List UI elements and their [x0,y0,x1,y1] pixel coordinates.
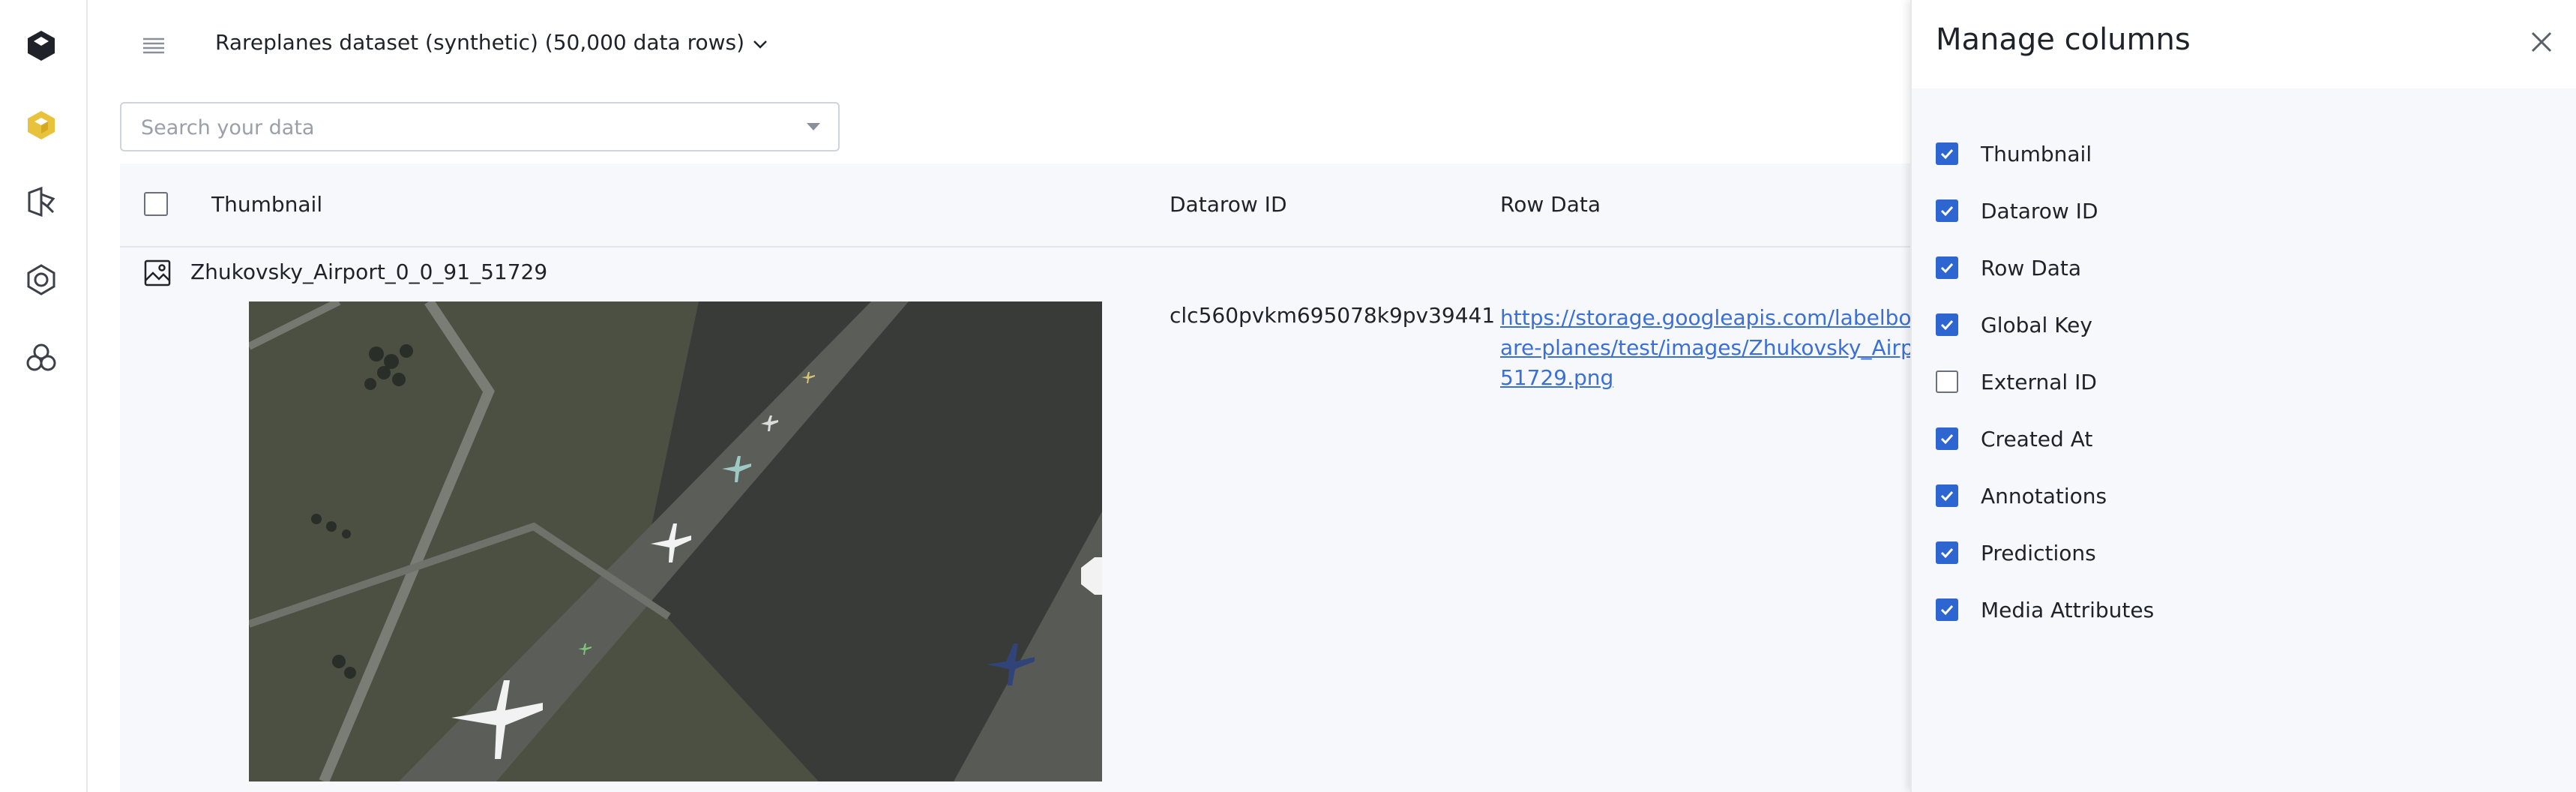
column-toggle-label: Row Data [1981,255,2081,280]
column-toggle[interactable]: Media Attributes [1936,595,2154,625]
checkbox-checked[interactable] [1936,314,1958,336]
panel-title: Manage columns [1936,22,2191,57]
dataset-title: Rareplanes dataset (synthetic) (50,000 d… [215,30,745,55]
left-nav-rail [0,0,88,792]
table-header: Thumbnail Datarow ID Row Data [120,164,1919,248]
select-all-checkbox[interactable] [144,192,168,216]
column-toggle[interactable]: External ID [1936,367,2097,397]
workflows-icon[interactable] [22,339,60,376]
chevron-down-icon [752,30,768,55]
dataset-selector[interactable]: Rareplanes dataset (synthetic) (50,000 d… [215,30,768,55]
checkbox-checked[interactable] [1936,142,1958,165]
checkbox-checked[interactable] [1936,542,1958,564]
checkbox-checked[interactable] [1936,598,1958,621]
row-datarow-id: clc560pvkm695078k9pv39441 [1170,303,1496,328]
model-icon[interactable] [22,261,60,298]
column-header-datarow-id[interactable]: Datarow ID [1170,192,1287,217]
checkbox-checked[interactable] [1936,428,1958,450]
annotate-icon[interactable] [22,183,60,220]
menu-icon[interactable] [141,33,166,58]
row-thumbnail[interactable] [249,302,1102,782]
catalog-icon[interactable] [22,106,60,144]
manage-columns-panel: Manage columns Thumbnail Datarow ID Row Da… [1910,0,2576,792]
data-table: Thumbnail Datarow ID Row Data Zhukovsky_… [120,164,2039,792]
row-name: Zhukovsky_Airport_0_0_91_51729 [190,260,548,284]
column-toggle-label: Global Key [1981,312,2092,338]
column-toggle-label: Created At [1981,426,2093,452]
column-toggle[interactable]: Datarow ID [1936,196,2098,226]
column-toggle-label: Predictions [1981,540,2096,566]
column-toggle-label: Media Attributes [1981,597,2155,622]
column-toggle[interactable]: Thumbnail [1936,139,2092,169]
close-icon[interactable] [2528,28,2555,56]
image-icon [144,260,171,290]
search-box[interactable] [120,102,840,152]
column-toggle-label: Datarow ID [1981,198,2098,224]
column-toggle-label: Annotations [1981,483,2107,508]
column-toggle[interactable]: Global Key [1936,310,2092,340]
column-header-row-data[interactable]: Row Data [1500,192,1601,217]
column-toggle[interactable]: Predictions [1936,538,2096,568]
column-toggle[interactable]: Row Data [1936,253,2081,283]
checkbox-checked[interactable] [1936,484,1958,507]
column-toggle[interactable]: Created At [1936,424,2092,454]
column-toggle[interactable]: Annotations [1936,481,2107,511]
search-input[interactable] [139,104,802,152]
panel-header: Manage columns [1912,0,2576,88]
checkbox-unchecked[interactable] [1936,370,1958,393]
search-dropdown-icon[interactable] [807,123,820,130]
checkbox-checked[interactable] [1936,200,1958,222]
column-header-thumbnail[interactable]: Thumbnail [211,192,322,217]
labelbox-logo-icon[interactable] [22,27,60,64]
column-toggle-label: Thumbnail [1981,141,2092,166]
checkbox-checked[interactable] [1936,256,1958,279]
column-toggle-label: External ID [1981,369,2097,394]
